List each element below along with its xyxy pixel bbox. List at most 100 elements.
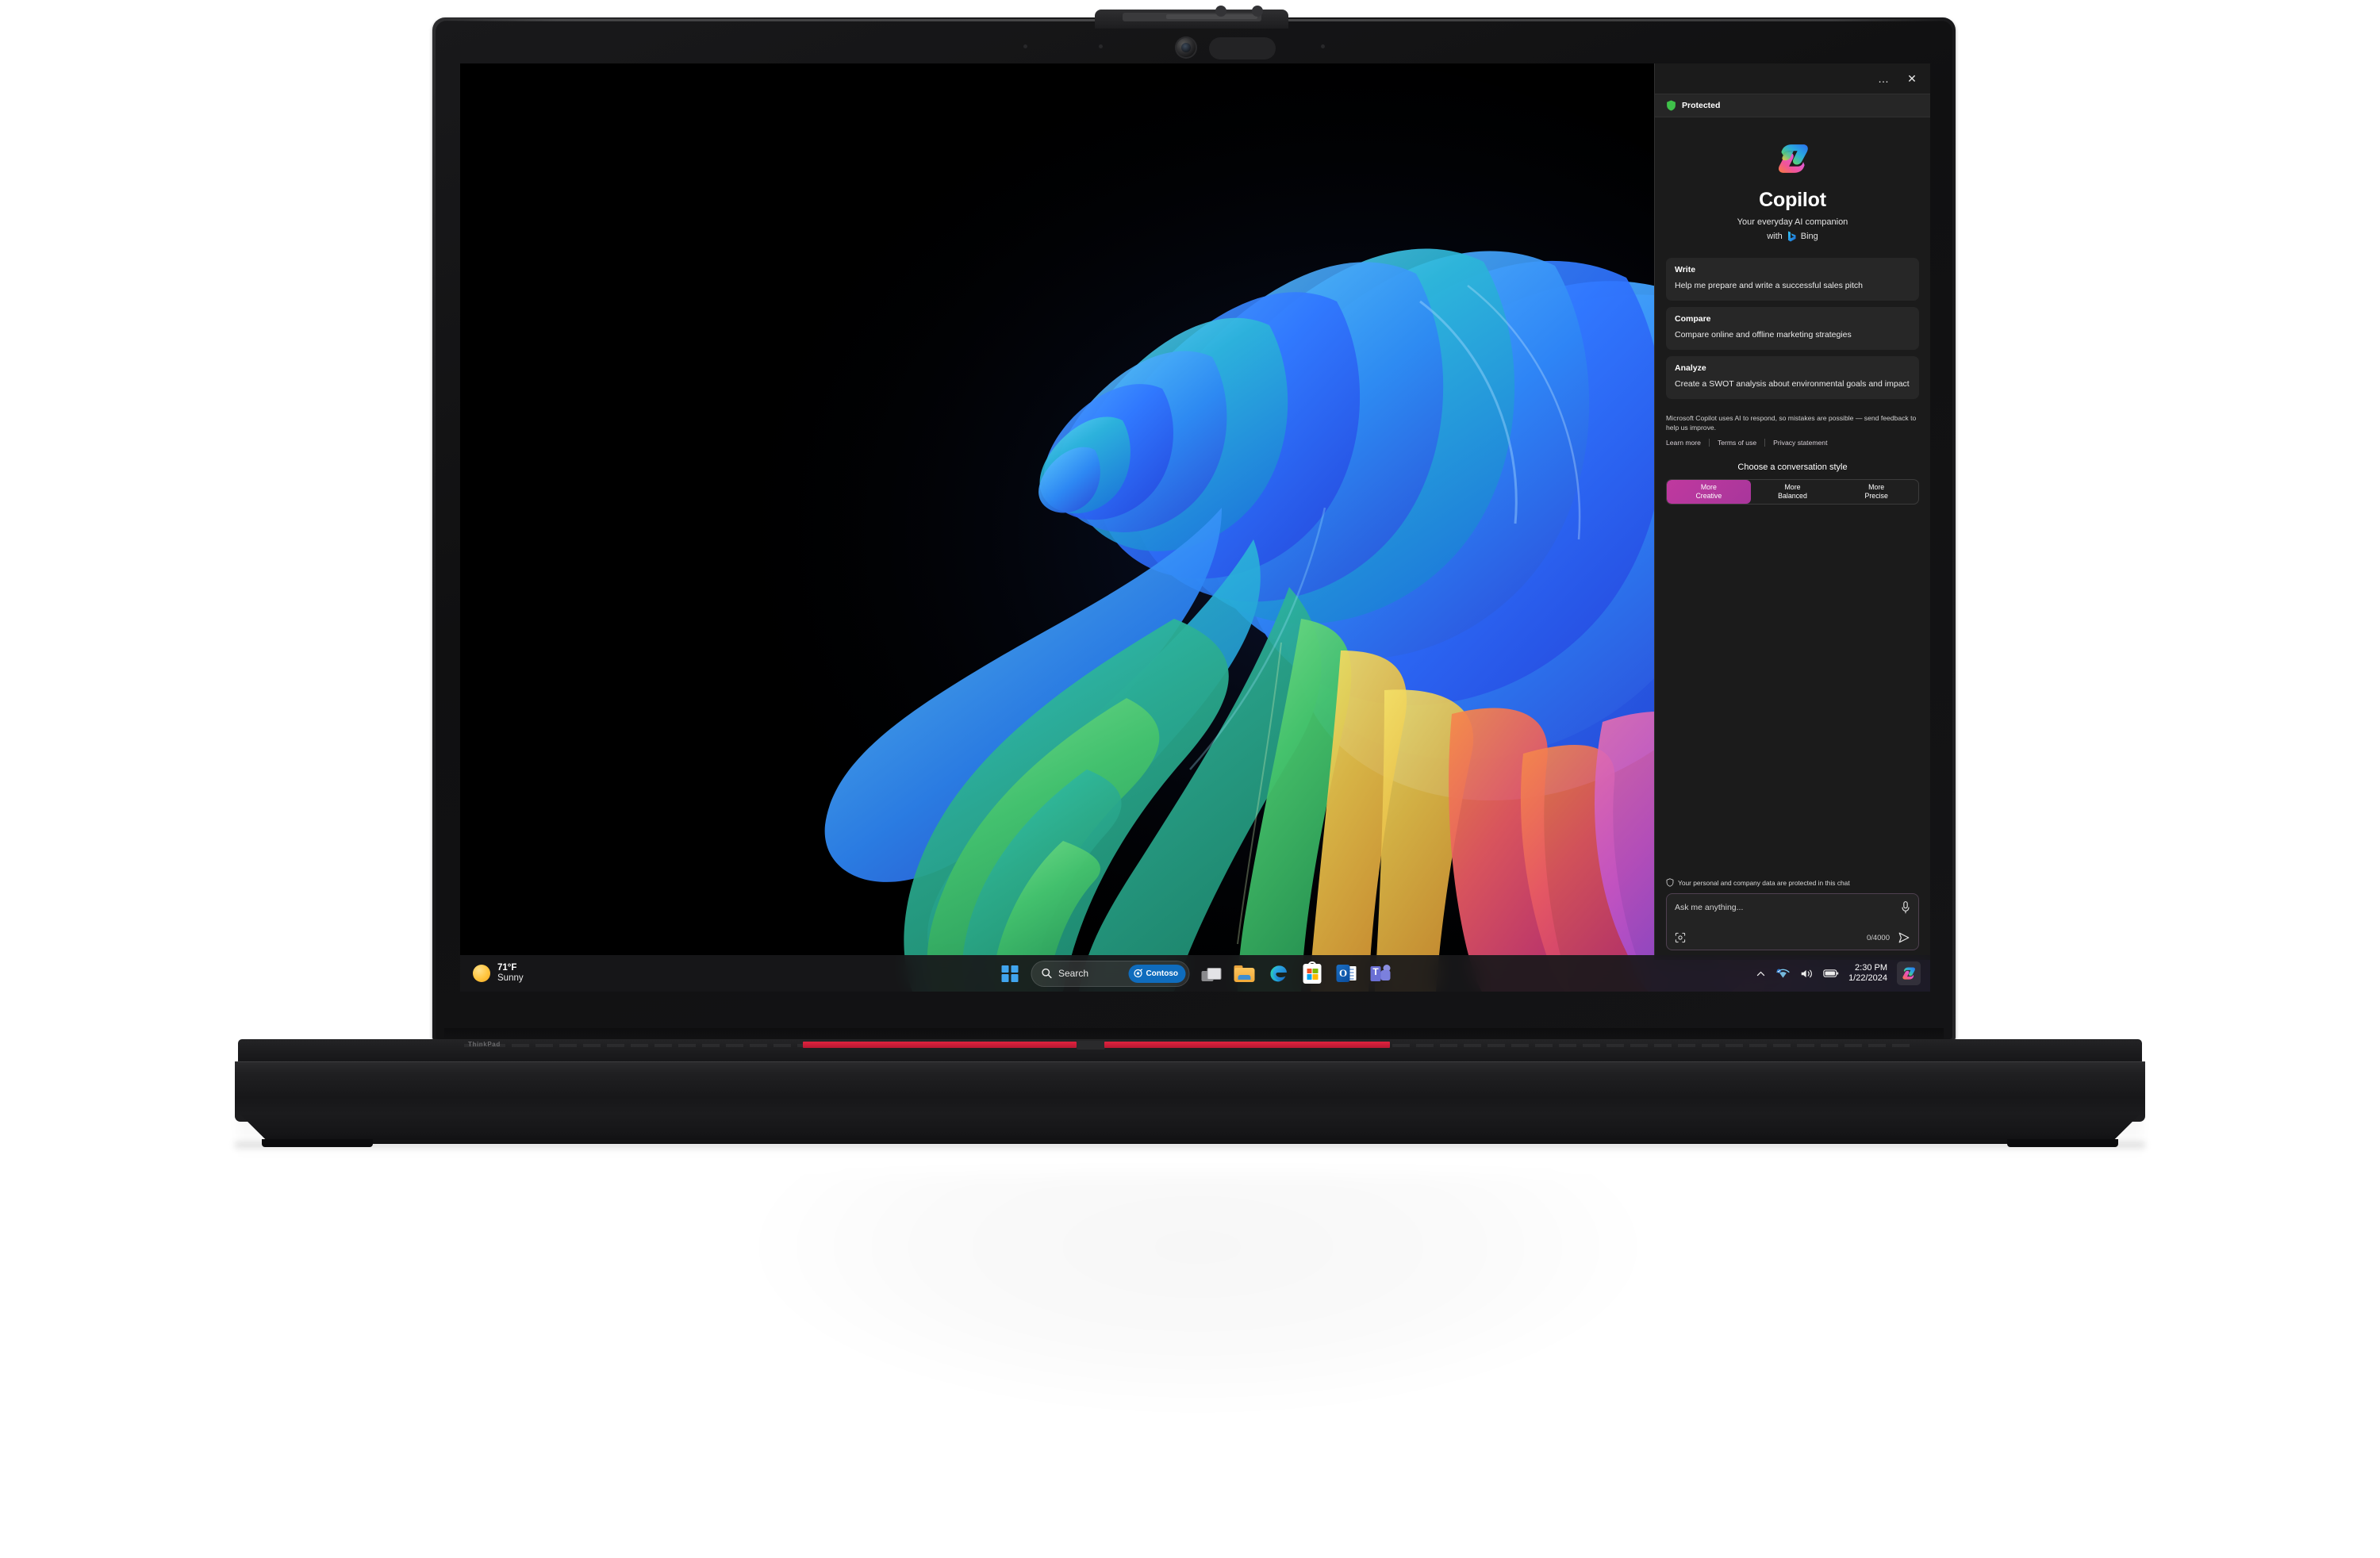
shield-icon bbox=[1667, 100, 1676, 111]
copilot-logo-svg bbox=[1778, 144, 1808, 173]
composer-box: Ask me anything... 0/4000 bbox=[1666, 893, 1919, 950]
suggestion-card-heading: Compare bbox=[1675, 313, 1711, 324]
taskbar-center-group: Search Contoso O T bbox=[996, 960, 1394, 987]
trackpoint-accent-strip-left bbox=[803, 1042, 1077, 1048]
wifi-icon bbox=[1776, 968, 1790, 978]
data-protection-text: Your personal and company data are prote… bbox=[1678, 878, 1850, 887]
taskbar-app-microsoft-store[interactable] bbox=[1299, 960, 1326, 987]
tray-battery-button[interactable] bbox=[1823, 969, 1839, 978]
weather-condition: Sunny bbox=[497, 973, 524, 983]
contoso-badge[interactable]: Contoso bbox=[1128, 964, 1185, 983]
ir-emitter-icon bbox=[1252, 6, 1263, 17]
style-option-line2: Creative bbox=[1695, 492, 1722, 501]
taskbar-app-task-view[interactable] bbox=[1196, 960, 1223, 987]
windows-taskbar: 71°F Sunny Search Contoso O T 2:30 PM 1/… bbox=[460, 955, 1930, 992]
bing-icon bbox=[1787, 231, 1796, 242]
taskbar-app-edge[interactable] bbox=[1265, 960, 1292, 987]
copilot-subtitle: Your everyday AI companion bbox=[1737, 217, 1848, 227]
ir-sensor-pod bbox=[1209, 37, 1276, 59]
weather-temperature: 71°F bbox=[497, 962, 517, 973]
copilot-logo-icon bbox=[1772, 138, 1814, 179]
more-options-icon: … bbox=[1878, 72, 1889, 85]
style-option-more-creative[interactable]: More Creative bbox=[1667, 480, 1751, 505]
protected-badge: Protected bbox=[1655, 94, 1930, 117]
style-option-line1: More bbox=[1784, 483, 1801, 492]
bing-label: Bing bbox=[1800, 232, 1818, 241]
ai-disclaimer: Microsoft Copilot uses AI to respond, so… bbox=[1666, 413, 1917, 432]
composer-right-tools: 0/4000 bbox=[1867, 931, 1910, 944]
style-option-more-precise[interactable]: More Precise bbox=[1834, 480, 1918, 504]
copilot-bing-row: with Bing bbox=[1666, 231, 1919, 242]
chat-input[interactable]: Ask me anything... bbox=[1675, 903, 1894, 912]
copilot-hero: Copilot Your everyday AI companion with bbox=[1666, 117, 1919, 242]
copilot-suggestion-cards: Write Help me prepare and write a succes… bbox=[1666, 258, 1919, 399]
laptop-reflection bbox=[651, 1174, 1745, 1539]
more-options-button[interactable]: … bbox=[1870, 67, 1897, 90]
close-button[interactable]: ✕ bbox=[1898, 67, 1925, 90]
microphone-hole-icon bbox=[1023, 44, 1027, 48]
windows-logo-icon bbox=[1001, 965, 1019, 982]
suggestion-card-heading: Analyze bbox=[1675, 363, 1706, 373]
tray-copilot-button[interactable] bbox=[1897, 961, 1921, 985]
webcam-notch-bar-inner bbox=[1166, 14, 1257, 19]
thinkpad-laptop: … ✕ Protected Copilot Your everyday AI c… bbox=[0, 0, 2380, 1150]
laptop-screen: … ✕ Protected Copilot Your everyday AI c… bbox=[460, 63, 1930, 992]
style-option-more-balanced[interactable]: More Balanced bbox=[1751, 480, 1835, 504]
taskbar-app-teams[interactable]: T bbox=[1367, 960, 1394, 987]
tray-volume-button[interactable] bbox=[1800, 968, 1814, 980]
link-divider bbox=[1764, 439, 1766, 447]
microphone-hole-icon bbox=[1099, 44, 1103, 48]
contoso-logo-icon bbox=[1134, 969, 1142, 978]
chevron-up-icon bbox=[1756, 971, 1765, 976]
copilot-footer-links: Learn more Terms of use Privacy statemen… bbox=[1666, 439, 1919, 447]
tray-network-button[interactable] bbox=[1775, 968, 1791, 980]
task-view-icon bbox=[1198, 964, 1222, 983]
with-label: with bbox=[1767, 232, 1783, 241]
suggestion-card-heading: Write bbox=[1675, 265, 1696, 274]
camera-icon bbox=[1175, 36, 1197, 59]
taskbar-app-outlook[interactable]: O bbox=[1333, 960, 1360, 987]
link-divider bbox=[1708, 439, 1710, 447]
style-option-line2: Precise bbox=[1864, 492, 1888, 501]
microphone-icon[interactable] bbox=[1901, 901, 1910, 914]
outlook-icon: O bbox=[1336, 965, 1357, 982]
laptop-base-shadow bbox=[235, 1142, 2145, 1150]
search-placeholder: Search bbox=[1058, 968, 1089, 979]
thinkpad-brand-label: ThinkPad bbox=[468, 1041, 501, 1048]
suggestion-card-write[interactable]: Write Help me prepare and write a succes… bbox=[1666, 258, 1919, 301]
contoso-label: Contoso bbox=[1146, 969, 1178, 978]
battery-icon bbox=[1823, 969, 1839, 977]
weather-widget[interactable]: 71°F Sunny bbox=[460, 963, 698, 984]
protected-label: Protected bbox=[1682, 101, 1721, 110]
ir-emitter-icon bbox=[1215, 6, 1226, 17]
trackpoint-accent-strip-right bbox=[1104, 1042, 1390, 1048]
suggestion-card-compare[interactable]: Compare Compare online and offline marke… bbox=[1666, 306, 1919, 350]
data-protection-note: Your personal and company data are prote… bbox=[1666, 878, 1919, 887]
close-icon: ✕ bbox=[1907, 71, 1917, 85]
file-explorer-icon bbox=[1234, 965, 1254, 982]
taskbar-app-file-explorer[interactable] bbox=[1230, 960, 1257, 987]
copilot-title: Copilot bbox=[1759, 189, 1826, 211]
shield-outline-icon bbox=[1666, 878, 1674, 887]
composer-input-row: Ask me anything... bbox=[1675, 901, 1910, 914]
clock[interactable]: 2:30 PM 1/22/2024 bbox=[1848, 963, 1887, 984]
scan-icon[interactable] bbox=[1675, 932, 1686, 943]
style-option-line2: Balanced bbox=[1778, 492, 1807, 501]
start-button[interactable] bbox=[996, 960, 1023, 987]
privacy-statement-link[interactable]: Privacy statement bbox=[1773, 439, 1827, 447]
terms-of-use-link[interactable]: Terms of use bbox=[1718, 439, 1756, 447]
style-option-line1: More bbox=[1868, 483, 1885, 492]
search-input[interactable]: Search Contoso bbox=[1031, 960, 1189, 987]
tray-chevron-up-button[interactable] bbox=[1756, 969, 1766, 979]
search-icon bbox=[1041, 968, 1052, 979]
send-icon[interactable] bbox=[1898, 931, 1910, 944]
copilot-panel: … ✕ Protected Copilot Your everyday AI c… bbox=[1654, 63, 1930, 960]
microphone-hole-icon bbox=[1321, 44, 1325, 48]
suggestion-card-analyze[interactable]: Analyze Create a SWOT analysis about env… bbox=[1666, 355, 1919, 399]
screenshot-stage: … ✕ Protected Copilot Your everyday AI c… bbox=[0, 0, 2380, 1558]
character-count: 0/4000 bbox=[1866, 933, 1890, 942]
suggestion-card-description: Help me prepare and write a successful s… bbox=[1675, 281, 1863, 290]
learn-more-link[interactable]: Learn more bbox=[1666, 439, 1701, 447]
style-option-line1: More bbox=[1700, 483, 1717, 492]
system-tray: 2:30 PM 1/22/2024 bbox=[1756, 955, 1924, 992]
